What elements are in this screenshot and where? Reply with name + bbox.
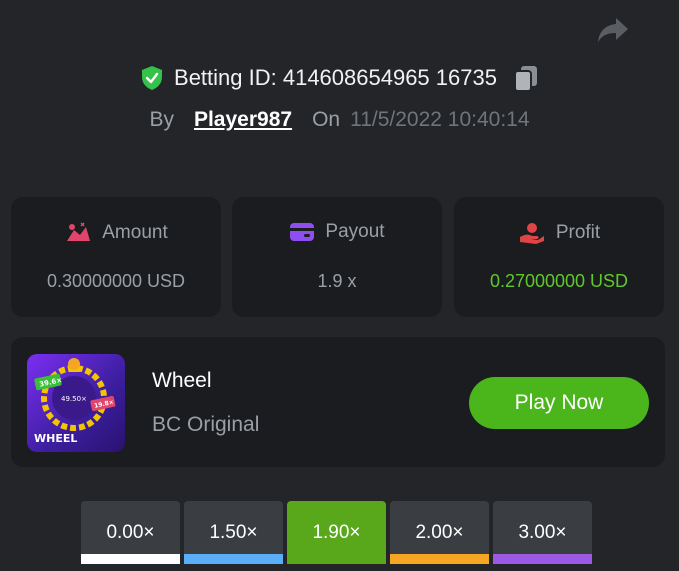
multiplier-3[interactable]: 2.00×	[390, 501, 489, 564]
multiplier-strip: 0.00× 1.50× 1.90× 2.00× 3.00×	[81, 501, 592, 564]
bet-meta-row: By Player987 On 11/5/2022 10:40:14	[0, 108, 679, 132]
amount-value: 0.30000000 USD	[46, 271, 186, 291]
multiplier-label: 1.50×	[209, 521, 258, 543]
play-now-button[interactable]: Play Now	[469, 377, 649, 429]
payout-card: Payout 1.9 x	[232, 197, 442, 317]
payout-value: 1.9 x	[317, 271, 357, 291]
share-icon[interactable]	[596, 14, 630, 46]
game-name: Wheel	[152, 369, 212, 392]
player-link[interactable]: Player987	[194, 108, 292, 132]
amount-label: Amount	[102, 222, 168, 243]
multiplier-label: 2.00×	[415, 521, 464, 543]
amount-icon	[67, 222, 91, 241]
on-label: On	[312, 108, 341, 131]
multiplier-color-bar	[287, 554, 386, 564]
by-label: By	[149, 108, 174, 131]
betting-id-row: Betting ID: 414608654965 16735	[0, 64, 679, 92]
profit-card: Profit 0.27000000 USD	[454, 197, 664, 317]
multiplier-4[interactable]: 3.00×	[493, 501, 592, 564]
multiplier-color-bar	[390, 554, 489, 564]
multiplier-label: 1.90×	[312, 521, 361, 543]
multiplier-0[interactable]: 0.00×	[81, 501, 180, 564]
multiplier-color-bar	[184, 554, 283, 564]
game-card: 39.6× 49.50× 19.8× WHEEL Wheel BC Origin…	[11, 337, 665, 467]
multiplier-2[interactable]: 1.90×	[287, 501, 386, 564]
game-thumbnail[interactable]: 39.6× 49.50× 19.8× WHEEL	[27, 354, 125, 452]
multiplier-1[interactable]: 1.50×	[184, 501, 283, 564]
verified-shield-icon	[142, 66, 163, 90]
multiplier-label: 3.00×	[518, 521, 567, 543]
profit-label: Profit	[555, 222, 601, 243]
multiplier-color-bar	[81, 554, 180, 564]
multiplier-color-bar	[493, 554, 592, 564]
bet-datetime: 11/5/2022 10:40:14	[350, 108, 530, 131]
amount-card: Amount 0.30000000 USD	[11, 197, 221, 317]
thumb-title: WHEEL	[34, 432, 77, 445]
payout-label: Payout	[325, 221, 385, 242]
multiplier-label: 0.00×	[106, 521, 155, 543]
wallet-icon	[290, 223, 315, 241]
thumb-tag-2: 49.50×	[61, 395, 87, 403]
game-provider: BC Original	[152, 413, 260, 436]
profit-value: 0.27000000 USD	[489, 271, 629, 291]
betting-id: Betting ID: 414608654965 16735	[174, 65, 497, 90]
hand-coin-icon	[519, 223, 544, 244]
copy-icon[interactable]	[513, 64, 539, 92]
